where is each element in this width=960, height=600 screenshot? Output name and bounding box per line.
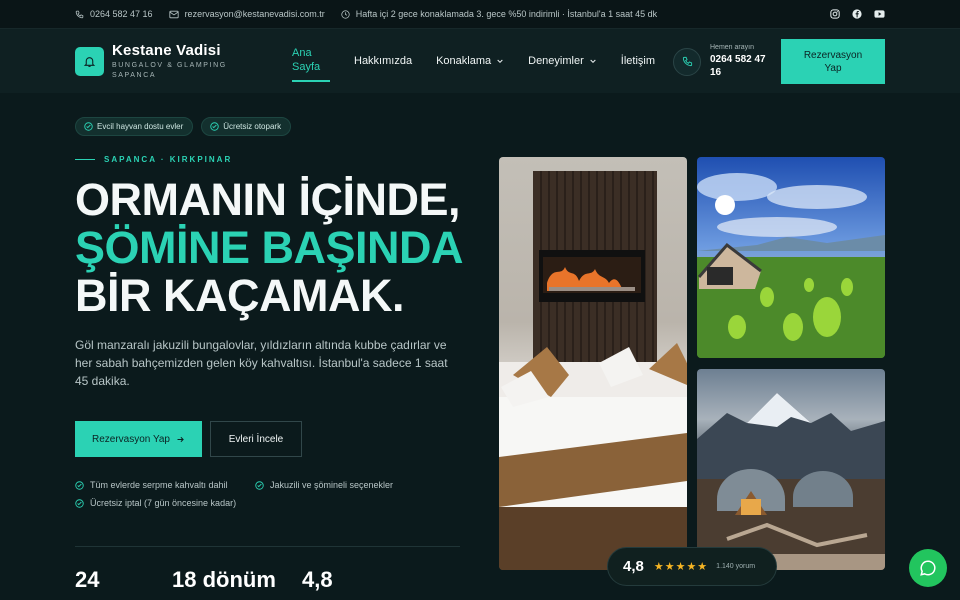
rating-value: 4,8: [623, 558, 644, 575]
view-homes-button[interactable]: Evleri İncele: [210, 421, 302, 457]
star-rating-icons: ★★★★★: [653, 561, 709, 573]
feature-badges: Evcil hayvan dostu evler Ücretsiz otopar…: [75, 117, 292, 136]
nav-item-konaklama[interactable]: Konaklama: [436, 55, 504, 67]
arrow-right-icon: [177, 436, 184, 442]
stat-area: 18 dönüm: [172, 567, 276, 592]
topbar-phone[interactable]: 0264 582 47 16: [75, 9, 153, 19]
call-number: 0264 582 47 16: [710, 54, 766, 78]
nav-item-iletisim[interactable]: İletişim: [621, 55, 655, 67]
brand-block[interactable]: Kestane Vadisi BUNGALOV & GLAMPING SAPAN…: [112, 42, 227, 81]
brand-name: Kestane Vadisi: [112, 41, 221, 59]
phone-icon: [75, 10, 84, 18]
dome-tent-photo: [697, 369, 885, 570]
call-icon-circle: [673, 47, 701, 76]
topbar-phone-text: 0264 582 47 16: [90, 9, 153, 19]
check-circle-icon: [75, 480, 84, 490]
bell-icon: [83, 56, 96, 67]
badge-label: Evcil hayvan dostu evler: [97, 122, 184, 131]
nav-label: Deneyimler: [528, 55, 584, 67]
hero-reservation-label: Rezervasyon Yap: [91, 433, 170, 445]
perk-item: Jakuzili ve şömineli seçenekler: [255, 480, 393, 490]
site-header: Kestane Vadisi BUNGALOV & GLAMPING SAPAN…: [0, 29, 960, 93]
perk-label: Ücretsiz iptal (7 gün öncesine kadar): [90, 498, 237, 508]
badge-free-parking: Ücretsiz otopark: [201, 117, 292, 136]
bungalow-bedroom-photo: [499, 157, 687, 570]
call-label: Hemen arayın: [710, 44, 754, 51]
clock-icon: [341, 9, 350, 19]
chat-button[interactable]: [909, 549, 947, 587]
stat-homes: 24: [75, 567, 100, 592]
review-count: 1.140 yorum: [716, 563, 756, 570]
nav-item-hakkimizda[interactable]: Hakkımızda: [354, 55, 412, 67]
headline-line-3: BİR KAÇAMAK.: [75, 270, 404, 321]
perk-label: Jakuzili ve şömineli seçenekler: [270, 480, 394, 490]
rating-pill[interactable]: 4,8 ★★★★★ 1.140 yorum: [607, 547, 777, 586]
headline-line-2: ŞÖMİNE BAŞINDA: [75, 222, 464, 273]
glamping-tent-photo: [697, 157, 885, 358]
youtube-icon[interactable]: [874, 9, 885, 19]
topbar-promo-text: Hafta içi 2 gece konaklamada 3. gece %50…: [355, 9, 658, 19]
hero-eyebrow: SAPANCA · KIRKPINAR: [75, 155, 232, 164]
badge-pet-friendly: Evcil hayvan dostu evler: [75, 117, 194, 136]
perk-item: Ücretsiz iptal (7 gün öncesine kadar): [75, 498, 236, 508]
perks-list: Tüm evlerde serpme kahvaltı dahil Jakuzi…: [75, 480, 460, 508]
stats-divider: [75, 546, 460, 547]
eyebrow-text: SAPANCA · KIRKPINAR: [104, 155, 233, 164]
hero-reservation-button[interactable]: Rezervasyon Yap: [75, 421, 202, 457]
nav-item-deneyimler[interactable]: Deneyimler: [528, 55, 597, 67]
brand-tagline-2: SAPANCA: [112, 71, 157, 79]
topbar-email[interactable]: rezervasyon@kestanevadisi.com.tr: [168, 9, 325, 19]
social-links: [830, 9, 885, 19]
nav-label: Hakkımızda: [354, 55, 413, 67]
topbar-email-text: rezervasyon@kestanevadisi.com.tr: [184, 9, 325, 19]
check-circle-icon: [255, 480, 264, 490]
perk-label: Tüm evlerde serpme kahvaltı dahil: [90, 480, 228, 490]
main-nav: Ana Sayfa Hakkımızda Konaklama Deneyimle…: [292, 29, 679, 93]
stats-row: 24 18 dönüm 4,8: [75, 567, 333, 593]
nav-label: İletişim: [620, 55, 655, 67]
header-reservation-button[interactable]: Rezervasyon Yap: [781, 39, 885, 84]
stat-rating: 4,8: [302, 567, 333, 592]
perk-item: Tüm evlerde serpme kahvaltı dahil: [75, 480, 237, 490]
top-info-bar: 0264 582 47 16 rezervasyon@kestanevadisi…: [0, 0, 960, 29]
nav-label: Konaklama: [436, 55, 492, 67]
nav-item-ana-sayfa[interactable]: Ana Sayfa: [292, 46, 330, 82]
badge-label: Ücretsiz otopark: [223, 122, 282, 131]
topbar-promo: Hafta içi 2 gece konaklamada 3. gece %50…: [341, 9, 657, 19]
check-circle-icon: [210, 122, 219, 131]
instagram-icon[interactable]: [830, 9, 840, 19]
hero-headline: ORMANIN İÇİNDE, ŞÖMİNE BAŞINDA BİR KAÇAM…: [75, 174, 464, 321]
mail-icon: [168, 10, 179, 18]
hero-lead: Göl manzaralı jakuzili bungalovlar, yıld…: [75, 338, 448, 388]
facebook-icon[interactable]: [852, 9, 862, 19]
chevron-down-icon: [497, 59, 503, 64]
chevron-down-icon: [590, 59, 596, 64]
call-block[interactable]: Hemen arayın 0264 582 47 16: [673, 44, 770, 79]
chat-bubble-icon: [920, 560, 936, 576]
phone-icon: [682, 56, 692, 67]
logo-mark[interactable]: [75, 46, 104, 76]
headline-line-1: ORMANIN İÇİNDE,: [75, 174, 461, 225]
eyebrow-line: [75, 159, 95, 160]
check-circle-icon: [75, 498, 84, 508]
check-circle-icon: [84, 122, 93, 131]
brand-tagline-1: BUNGALOV & GLAMPING: [112, 61, 227, 69]
